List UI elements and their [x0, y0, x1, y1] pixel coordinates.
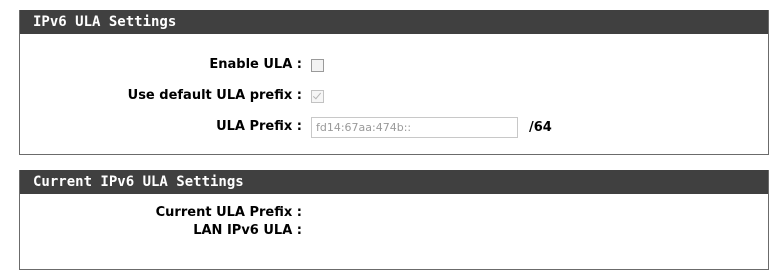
ipv6-ula-settings-section: IPv6 ULA Settings Enable ULA : Use defau…: [19, 10, 769, 155]
current-ula-prefix-row: Current ULA Prefix :: [20, 204, 768, 222]
current-ula-prefix-label: Current ULA Prefix :: [155, 205, 302, 220]
use-default-prefix-checkbox[interactable]: [311, 89, 324, 103]
enable-ula-label: Enable ULA :: [209, 57, 302, 72]
enable-ula-checkbox[interactable]: [311, 58, 324, 72]
enable-ula-row: Enable ULA :: [20, 54, 768, 76]
use-default-prefix-row: Use default ULA prefix :: [20, 85, 768, 107]
lan-ipv6-ula-row: LAN IPv6 ULA :: [20, 222, 768, 240]
current-ipv6-ula-settings-section: Current IPv6 ULA Settings Current ULA Pr…: [19, 170, 769, 270]
lan-ipv6-ula-label: LAN IPv6 ULA :: [193, 223, 302, 238]
section-title: Current IPv6 ULA Settings: [20, 170, 768, 194]
use-default-prefix-label: Use default ULA prefix :: [127, 88, 302, 103]
ula-prefix-label: ULA Prefix :: [216, 119, 302, 134]
prefix-length-suffix: /64: [529, 119, 552, 135]
ula-prefix-row: ULA Prefix : fd14:67aa:474b:: /64: [20, 116, 768, 138]
section-title: IPv6 ULA Settings: [20, 10, 768, 34]
ula-prefix-input[interactable]: fd14:67aa:474b::: [311, 116, 518, 138]
